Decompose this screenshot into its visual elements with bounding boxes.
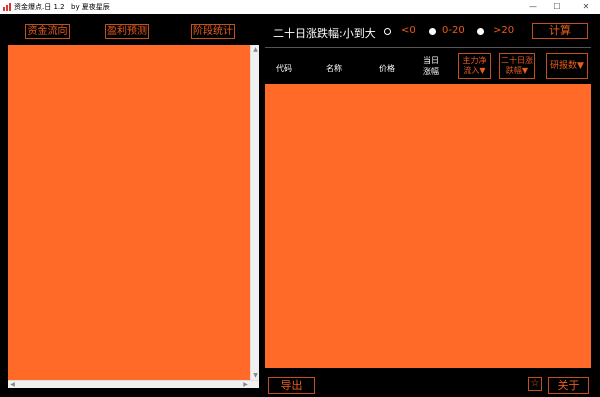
column-header-name: 名称 bbox=[326, 64, 342, 73]
scroll-right-icon[interactable]: ▶ bbox=[241, 381, 250, 389]
about-button[interactable]: 关于 bbox=[548, 377, 589, 394]
stage-stats-button[interactable]: 阶段统计 bbox=[191, 24, 235, 39]
maximize-button[interactable]: ☐ bbox=[547, 0, 567, 14]
column-header-price: 价格 bbox=[379, 64, 395, 73]
star-icon[interactable]: ☆ bbox=[528, 377, 542, 391]
export-button[interactable]: 导出 bbox=[268, 377, 315, 394]
minimize-button[interactable]: — bbox=[523, 0, 543, 14]
left-list-panel[interactable]: ▲ ▼ ◀ ▶ bbox=[8, 45, 259, 388]
fund-flow-button[interactable]: 资金流向 bbox=[25, 24, 70, 39]
window-author: by 夏夜星辰 bbox=[71, 3, 110, 11]
header-divider bbox=[265, 47, 591, 48]
radio-label-0-20: 0-20 bbox=[442, 25, 465, 36]
sort-label: 二十日涨跌幅:小到大 bbox=[273, 27, 376, 40]
window-title: 资金爆点.日 1.2 bbox=[14, 3, 65, 11]
scroll-up-icon[interactable]: ▲ bbox=[251, 45, 260, 54]
research-count-sort-button[interactable]: 研报数▼ bbox=[546, 53, 588, 79]
profit-forecast-button[interactable]: 盈利预测 bbox=[105, 24, 149, 39]
calculate-button[interactable]: 计算 bbox=[532, 23, 588, 39]
main-inflow-sort-button[interactable]: 主力净流入▼ bbox=[458, 53, 491, 79]
radio-gt20[interactable] bbox=[477, 28, 484, 35]
radio-lt0[interactable] bbox=[384, 28, 391, 35]
scroll-down-icon[interactable]: ▼ bbox=[251, 371, 260, 380]
column-header-code: 代码 bbox=[276, 64, 292, 73]
left-horizontal-scrollbar[interactable]: ◀ ▶ bbox=[8, 380, 259, 388]
close-button[interactable]: ✕ bbox=[576, 0, 596, 14]
radio-label-gt20: >20 bbox=[493, 25, 515, 36]
column-header-day-change-1: 当日 bbox=[423, 56, 439, 65]
app-icon bbox=[3, 3, 11, 11]
right-results-panel[interactable] bbox=[265, 84, 591, 368]
column-header-day-change-2: 涨幅 bbox=[423, 67, 439, 76]
app-window: 资金爆点.日 1.2 by 夏夜星辰 — ☐ ✕ 资金流向 盈利预测 阶段统计 … bbox=[0, 0, 600, 397]
radio-label-lt0: <0 bbox=[401, 25, 416, 36]
radio-0-20[interactable] bbox=[429, 28, 436, 35]
title-bar: 资金爆点.日 1.2 by 夏夜星辰 — ☐ ✕ bbox=[0, 0, 600, 14]
left-vertical-scrollbar[interactable]: ▲ ▼ bbox=[250, 45, 259, 380]
twenty-day-change-sort-button[interactable]: 二十日涨跌幅▼ bbox=[499, 53, 535, 79]
scroll-left-icon[interactable]: ◀ bbox=[8, 381, 17, 389]
